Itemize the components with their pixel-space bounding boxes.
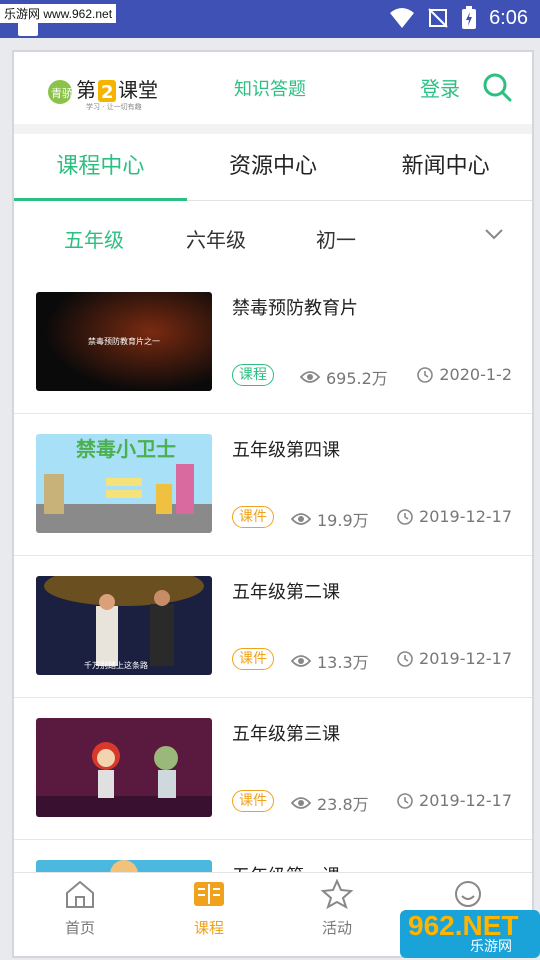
status-bar: 乐游网 www.962.net 6:06 xyxy=(0,0,540,38)
logo-side-text: 青骄 xyxy=(51,87,73,100)
app-window: 青骄 第 2 课堂 学习 · 让一切有趣 知识答题 登录 课程中心 资源中心 新… xyxy=(12,50,534,958)
course-title: 五年级第二课 xyxy=(232,582,340,603)
view-count: 19.9万 xyxy=(291,507,369,531)
battery-charging-icon xyxy=(462,6,477,29)
course-title: 五年级第三课 xyxy=(232,724,340,745)
view-count-value: 23.8万 xyxy=(317,795,369,814)
clock-icon xyxy=(397,792,413,809)
notification-icon xyxy=(18,22,38,36)
svg-text:课堂: 课堂 xyxy=(118,78,158,102)
clock-icon xyxy=(417,366,434,383)
publish-date-value: 2019-12-17 xyxy=(419,649,512,668)
nav-courses-label: 课程 xyxy=(193,919,224,937)
no-signal-icon xyxy=(428,8,448,28)
type-badge: 课件 xyxy=(232,790,274,812)
status-site-label: 乐游网 www.962.net xyxy=(0,4,117,23)
svg-text:2: 2 xyxy=(101,82,114,103)
grade-six[interactable]: 六年级 xyxy=(186,224,246,253)
view-count-value: 19.9万 xyxy=(317,511,369,530)
view-count: 13.3万 xyxy=(291,649,369,673)
nav-home-label: 首页 xyxy=(64,919,95,937)
publish-date-value: 2019-12-17 xyxy=(419,507,512,526)
publish-date: 2020-1-2 xyxy=(417,365,512,384)
view-count: 23.8万 xyxy=(291,791,369,815)
smile-icon xyxy=(455,881,481,907)
header-divider xyxy=(14,124,532,134)
quiz-link[interactable]: 知识答题 xyxy=(234,75,306,101)
watermark-sub: 乐游网 xyxy=(470,938,512,954)
search-icon[interactable] xyxy=(482,72,512,106)
course-list: 禁毒预防教育片之一 禁毒预防教育片 课程 695.2万 2020-1-2 禁毒小… xyxy=(14,272,532,956)
publish-date: 2019-12-17 xyxy=(397,649,512,668)
nav-courses[interactable]: 课程 xyxy=(179,879,239,938)
view-count: 695.2万 xyxy=(300,365,388,389)
list-item[interactable]: 禁毒小卫士 五年级第四课 课件 19.9万 2019-12-17 xyxy=(14,414,532,556)
course-title: 五年级第四课 xyxy=(232,440,340,461)
nav-activities[interactable]: 活动 xyxy=(307,878,367,938)
course-thumbnail xyxy=(36,718,212,817)
eye-icon xyxy=(291,655,311,667)
publish-date-value: 2020-1-2 xyxy=(439,365,512,384)
app-logo[interactable]: 青骄 第 2 课堂 学习 · 让一切有趣 xyxy=(46,72,186,112)
login-button[interactable]: 登录 xyxy=(420,73,460,102)
thumbnail-caption: 禁毒小卫士 xyxy=(76,437,176,461)
list-item[interactable]: 五年级第三课 课件 23.8万 2019-12-17 xyxy=(14,698,532,840)
publish-date: 2019-12-17 xyxy=(397,791,512,810)
eye-icon xyxy=(300,371,320,383)
app-header: 青骄 第 2 课堂 学习 · 让一切有趣 知识答题 登录 xyxy=(14,52,532,124)
grade-five[interactable]: 五年级 xyxy=(64,224,124,253)
tab-news-center[interactable]: 新闻中心 xyxy=(359,134,532,200)
chevron-down-icon[interactable] xyxy=(484,226,504,245)
eye-icon xyxy=(291,513,311,525)
star-icon xyxy=(320,878,354,910)
type-badge: 课件 xyxy=(232,648,274,670)
nav-home[interactable]: 首页 xyxy=(50,879,110,938)
book-icon xyxy=(194,882,224,906)
course-thumbnail: 禁毒预防教育片之一 xyxy=(36,292,212,391)
view-count-value: 695.2万 xyxy=(326,369,388,388)
tab-resource-center[interactable]: 资源中心 xyxy=(187,134,360,200)
grade-junior-one[interactable]: 初一 xyxy=(316,224,356,253)
home-icon xyxy=(66,880,94,908)
svg-text:学习 · 让一切有趣: 学习 · 让一切有趣 xyxy=(86,102,142,111)
course-thumbnail: 千万别踏上这条路 xyxy=(36,576,212,675)
svg-text:第: 第 xyxy=(76,78,96,102)
publish-date: 2019-12-17 xyxy=(397,507,512,526)
publish-date-value: 2019-12-17 xyxy=(419,791,512,810)
list-item[interactable]: 千万别踏上这条路 五年级第二课 课件 13.3万 2019-12-17 xyxy=(14,556,532,698)
thumbnail-caption: 禁毒预防教育片之一 xyxy=(88,336,160,346)
wifi-icon xyxy=(390,8,415,28)
grade-filter: 五年级 六年级 初一 xyxy=(14,202,532,272)
clock: 6:06 xyxy=(489,6,528,29)
type-badge: 课程 xyxy=(232,364,274,386)
list-item[interactable]: 禁毒预防教育片之一 禁毒预防教育片 课程 695.2万 2020-1-2 xyxy=(14,272,532,414)
nav-activities-label: 活动 xyxy=(321,919,352,937)
course-thumbnail: 禁毒小卫士 xyxy=(36,434,212,533)
thumbnail-caption: 千万别踏上这条路 xyxy=(84,660,148,670)
watermark-logo: 962.NET 乐游网 xyxy=(400,910,540,958)
tab-course-center[interactable]: 课程中心 xyxy=(14,134,187,201)
course-title: 禁毒预防教育片 xyxy=(232,298,358,319)
eye-icon xyxy=(291,797,311,809)
clock-icon xyxy=(397,650,413,667)
main-tabs: 课程中心 资源中心 新闻中心 xyxy=(14,134,532,201)
clock-icon xyxy=(397,508,413,525)
type-badge: 课件 xyxy=(232,506,274,528)
view-count-value: 13.3万 xyxy=(317,653,369,672)
